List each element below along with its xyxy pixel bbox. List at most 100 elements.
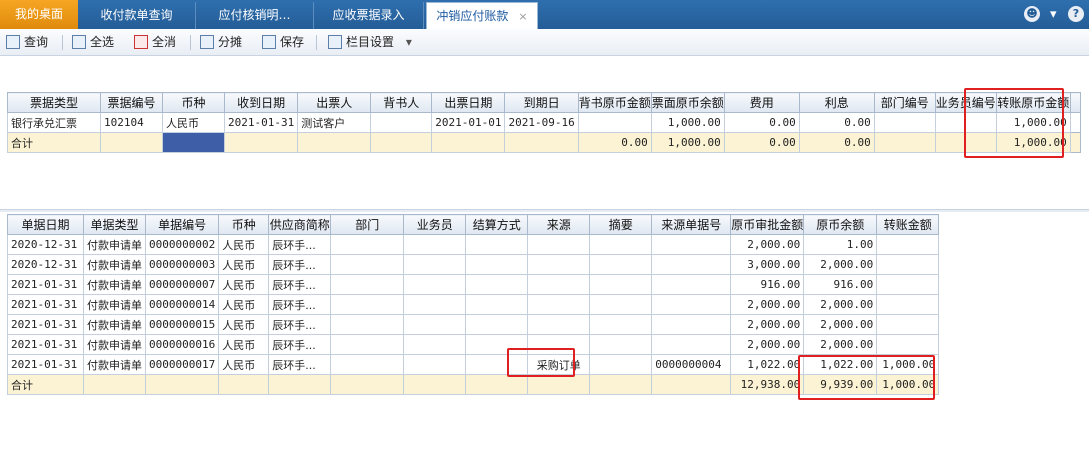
column-header[interactable]: 币种 bbox=[218, 214, 270, 235]
column-header[interactable]: 票据编号 bbox=[100, 92, 163, 113]
save-button[interactable]: 保存 bbox=[262, 33, 304, 52]
currency-cell[interactable]: 人民币 bbox=[218, 254, 270, 275]
column-header[interactable]: 单据编号 bbox=[144, 214, 220, 235]
type-cell[interactable]: 付款申请单 bbox=[83, 274, 146, 295]
date-cell[interactable]: 2020-12-31 bbox=[7, 234, 84, 255]
type-cell[interactable]: 付款申请单 bbox=[83, 254, 146, 275]
doc-number-cell[interactable]: 0000000014 bbox=[144, 294, 220, 315]
settlement-cell[interactable] bbox=[465, 314, 529, 335]
column-header[interactable]: 转账金额 bbox=[876, 214, 940, 235]
table-row[interactable]: 2020-12-31 付款申请单 0000000003 人民币 辰环手... 3,000.… bbox=[7, 254, 940, 275]
balance-cell[interactable]: 2,000.00 bbox=[803, 294, 878, 315]
settlement-cell[interactable] bbox=[465, 274, 529, 295]
currency-cell[interactable]: 人民币 bbox=[218, 314, 270, 335]
currency-cell[interactable]: 人民币 bbox=[218, 354, 270, 375]
settlement-cell[interactable] bbox=[465, 334, 529, 355]
doc-number-cell[interactable]: 0000000016 bbox=[144, 334, 220, 355]
source-cell[interactable]: 采购订单 bbox=[527, 354, 591, 375]
currency-cell[interactable]: 人民币 bbox=[218, 234, 270, 255]
approved-amount-cell[interactable]: 1,022.00 bbox=[730, 354, 805, 375]
department-cell[interactable] bbox=[330, 234, 405, 255]
column-header[interactable]: 业务员编号 bbox=[934, 92, 997, 113]
transfer-amount-cell[interactable] bbox=[876, 334, 940, 355]
date-cell[interactable]: 2021-01-31 bbox=[7, 314, 84, 335]
column-header[interactable]: 原币余额 bbox=[803, 214, 878, 235]
approved-amount-cell[interactable]: 2,000.00 bbox=[730, 334, 805, 355]
balance-cell[interactable]: 916.00 bbox=[803, 274, 878, 295]
department-cell[interactable] bbox=[330, 294, 405, 315]
supplier-cell[interactable]: 辰环手... bbox=[268, 294, 332, 315]
approved-amount-cell[interactable]: 2,000.00 bbox=[730, 294, 805, 315]
column-header[interactable]: 结算方式 bbox=[465, 214, 529, 235]
column-header[interactable]: 出票日期 bbox=[431, 92, 506, 113]
department-cell[interactable] bbox=[330, 254, 405, 275]
type-cell[interactable]: 付款申请单 bbox=[83, 294, 146, 315]
table-row[interactable]: 银行承兑汇票 102104 人民币 2021-01-31 测试客户 2021-0… bbox=[7, 112, 1081, 133]
balance-cell[interactable]: 1.00 bbox=[803, 234, 878, 255]
column-header[interactable]: 原币审批金额 bbox=[730, 214, 805, 235]
settlement-cell[interactable] bbox=[465, 294, 529, 315]
column-header[interactable]: 票据类型 bbox=[7, 92, 101, 113]
user-icon[interactable]: ☻ bbox=[1024, 6, 1040, 22]
balance-cell[interactable]: 1,022.00 bbox=[803, 354, 878, 375]
close-icon[interactable]: × bbox=[518, 4, 527, 30]
cell[interactable]: 1,000.00 bbox=[650, 112, 725, 133]
balance-cell[interactable]: 2,000.00 bbox=[803, 254, 878, 275]
source-cell[interactable] bbox=[527, 254, 591, 275]
chevron-down-icon[interactable]: ▾ bbox=[1050, 0, 1057, 29]
doc-number-cell[interactable]: 0000000017 bbox=[144, 354, 220, 375]
tab-notes-receivable-entry[interactable]: 应收票据录入 bbox=[314, 2, 424, 29]
column-header[interactable]: 利息 bbox=[798, 92, 875, 113]
cell[interactable]: 银行承兑汇票 bbox=[7, 112, 101, 133]
date-cell[interactable]: 2021-01-31 bbox=[7, 274, 84, 295]
balance-cell[interactable]: 2,000.00 bbox=[803, 314, 878, 335]
column-header[interactable]: 到期日 bbox=[504, 92, 579, 113]
table-row[interactable]: 2021-01-31 付款申请单 0000000014 人民币 辰环手... 2,000.… bbox=[7, 294, 940, 315]
column-header[interactable]: 单据类型 bbox=[83, 214, 146, 235]
currency-cell[interactable]: 人民币 bbox=[218, 334, 270, 355]
cell[interactable]: 2021-09-16 bbox=[504, 112, 579, 133]
column-header[interactable]: 背书原币金额 bbox=[577, 92, 652, 113]
department-cell[interactable] bbox=[330, 274, 405, 295]
type-cell[interactable]: 付款申请单 bbox=[83, 334, 146, 355]
chevron-down-icon[interactable]: ▾ bbox=[406, 35, 412, 49]
transfer-amount-cell[interactable] bbox=[876, 274, 940, 295]
source-doc-cell[interactable] bbox=[651, 314, 732, 335]
cell[interactable] bbox=[577, 112, 652, 133]
summary-cell[interactable] bbox=[589, 294, 653, 315]
salesperson-cell[interactable] bbox=[403, 314, 467, 335]
pane-splitter[interactable] bbox=[0, 209, 1089, 212]
table-row[interactable]: 2020-12-31 付款申请单 0000000002 人民币 辰环手... 2,000.… bbox=[7, 234, 940, 255]
deselect-all-button[interactable]: 全消 bbox=[134, 33, 176, 52]
summary-cell[interactable] bbox=[589, 274, 653, 295]
department-cell[interactable] bbox=[330, 354, 405, 375]
column-header[interactable]: 出票人 bbox=[297, 92, 372, 113]
cell[interactable]: 2021-01-31 bbox=[223, 112, 299, 133]
table-row[interactable]: 2021-01-31 付款申请单 0000000007 人民币 辰环手... 916.00… bbox=[7, 274, 940, 295]
source-doc-cell[interactable] bbox=[651, 274, 732, 295]
summary-cell[interactable] bbox=[589, 234, 653, 255]
salesperson-cell[interactable] bbox=[403, 294, 467, 315]
type-cell[interactable]: 付款申请单 bbox=[83, 354, 146, 375]
help-icon[interactable]: ? bbox=[1068, 6, 1084, 22]
cell[interactable] bbox=[934, 112, 997, 133]
column-header[interactable]: 来源单据号 bbox=[651, 214, 732, 235]
currency-cell[interactable]: 人民币 bbox=[218, 274, 270, 295]
summary-cell[interactable] bbox=[589, 354, 653, 375]
source-doc-cell[interactable] bbox=[651, 334, 732, 355]
cell[interactable]: 0.00 bbox=[798, 112, 875, 133]
table-row[interactable]: 2021-01-31 付款申请单 0000000015 人民币 辰环手... 2,000.… bbox=[7, 314, 940, 335]
tab-ap-writeoff-detail[interactable]: 应付核销明… bbox=[196, 2, 314, 29]
source-cell[interactable] bbox=[527, 334, 591, 355]
cell[interactable] bbox=[370, 112, 433, 133]
settlement-cell[interactable] bbox=[465, 254, 529, 275]
currency-cell[interactable]: 人民币 bbox=[218, 294, 270, 315]
column-header[interactable]: 部门 bbox=[330, 214, 405, 235]
cell[interactable]: 2021-01-01 bbox=[431, 112, 506, 133]
approved-amount-cell[interactable]: 2,000.00 bbox=[730, 314, 805, 335]
column-header[interactable]: 业务员 bbox=[403, 214, 467, 235]
date-cell[interactable]: 2020-12-31 bbox=[7, 254, 84, 275]
source-doc-cell[interactable] bbox=[651, 254, 732, 275]
cell[interactable]: 人民币 bbox=[162, 112, 225, 133]
doc-number-cell[interactable]: 0000000002 bbox=[144, 234, 220, 255]
